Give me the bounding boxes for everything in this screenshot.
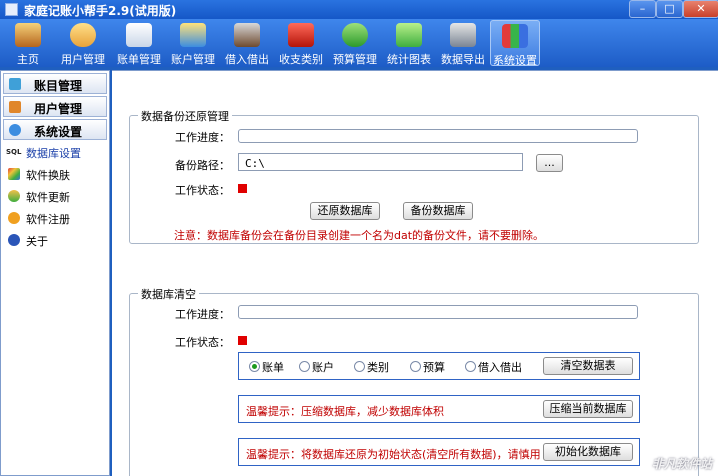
backup-status-indicator [238,184,247,193]
radio-lend-borrow-label: 借入借出 [478,361,522,374]
init-database-button[interactable]: 初始化数据库 [543,443,633,461]
basket-icon [288,23,314,47]
toolbar-data-export[interactable]: 数据导出 [436,20,490,66]
radio-budget[interactable] [410,361,421,372]
settings-icon [9,124,21,136]
sidebar-item-register[interactable]: 软件注册 [1,207,109,229]
toolbar-budget[interactable]: 预算管理 [328,20,382,66]
clear-status-label: 工作状态： [175,336,230,349]
toolbar-system-settings[interactable]: 系统设置 [490,20,540,67]
sidebar-item-database-settings[interactable]: SQL 数据库设置 [1,141,109,163]
compress-hint: 温馨提示：压缩数据库，减少数据库体积 [246,405,444,418]
clear-status-indicator [238,336,247,345]
backup-path-label: 备份路径： [175,159,230,172]
ledger-icon [9,78,21,90]
radio-accounts-label: 账户 [312,361,334,374]
bill-icon [126,23,152,47]
minimize-button[interactable]: – [629,0,656,18]
clear-table-button[interactable]: 清空数据表 [543,357,633,375]
backup-note: 注意：数据库备份会在备份目录创建一个名为dat的备份文件，请不要删除。 [174,229,545,242]
sidebar-item-skin[interactable]: 软件换肤 [1,163,109,185]
backup-progress-label: 工作进度： [175,131,230,144]
radio-lend-borrow[interactable] [465,361,476,372]
backup-database-button[interactable]: 备份数据库 [403,202,473,220]
toolbar-categories[interactable]: 收支类别 [274,20,328,66]
clear-group-title: 数据库清空 [138,286,199,302]
sidebar-header-accounts[interactable]: 账目管理 [3,73,107,94]
sidebar: 账目管理 用户管理 系统设置 SQL 数据库设置 软件换肤 软件更新 软件注册 … [0,70,110,476]
export-icon [450,23,476,47]
browse-button[interactable]: ... [536,154,563,172]
init-box: 温馨提示：将数据库还原为初始状态(清空所有数据)，请慎用 初始化数据库 [238,438,640,466]
radio-accounts[interactable] [299,361,310,372]
users-icon [9,101,21,113]
globe-icon [8,190,20,202]
restore-database-button[interactable]: 还原数据库 [310,202,380,220]
title-bar: 家庭记账小帮手2.9(试用版) – □ ✕ [0,0,718,19]
backup-group-title: 数据备份还原管理 [138,108,232,124]
init-hint: 温馨提示：将数据库还原为初始状态(清空所有数据)，请慎用 [246,448,541,461]
blocks-icon [502,24,528,48]
close-button[interactable]: ✕ [683,0,718,18]
house-icon [15,23,41,47]
clear-group: 数据库清空 工作进度： 工作状态： 账单 账户 类别 预算 借入借出 清空数据表… [129,286,699,476]
backup-path-input[interactable]: C:\ [238,153,523,171]
radio-bills[interactable] [249,361,260,372]
compress-database-button[interactable]: 压缩当前数据库 [543,400,633,418]
watermark: 非凡软件站 [651,457,712,471]
clear-progress-bar [238,305,638,319]
radio-categories-label: 类别 [367,361,389,374]
toolbar-lend-borrow[interactable]: 借入借出 [220,20,274,66]
compress-box: 温馨提示：压缩数据库，减少数据库体积 压缩当前数据库 [238,395,640,423]
backup-group: 数据备份还原管理 工作进度： 备份路径： C:\ ... 工作状态： 还原数据库… [129,108,699,244]
sidebar-header-users[interactable]: 用户管理 [3,96,107,117]
account-icon [180,23,206,47]
radio-bills-label: 账单 [262,361,284,374]
lend-icon [234,23,260,47]
chart-icon [396,23,422,47]
money-icon [342,23,368,47]
main-panel: 数据备份还原管理 工作进度： 备份路径： C:\ ... 工作状态： 还原数据库… [112,70,718,476]
sidebar-item-update[interactable]: 软件更新 [1,185,109,207]
info-icon [8,234,20,246]
toolbar-user-management[interactable]: 用户管理 [56,20,110,66]
user-icon [70,23,96,47]
palette-icon [8,168,20,180]
clear-progress-label: 工作进度： [175,308,230,321]
toolbar-charts[interactable]: 统计图表 [382,20,436,66]
radio-categories[interactable] [354,361,365,372]
toolbar-account-management[interactable]: 账户管理 [166,20,220,66]
sidebar-item-about[interactable]: 关于 [1,229,109,251]
backup-progress-bar [238,129,638,143]
maximize-button[interactable]: □ [656,0,683,18]
sidebar-header-system-settings[interactable]: 系统设置 [3,119,107,140]
toolbar-home[interactable]: 主页 [4,20,52,66]
key-icon [8,212,20,224]
sql-icon: SQL [6,148,22,156]
window-title: 家庭记账小帮手2.9(试用版) [24,4,177,18]
toolbar-bill-management[interactable]: 账单管理 [112,20,166,66]
table-select-box: 账单 账户 类别 预算 借入借出 清空数据表 [238,352,640,380]
main-toolbar: 主页 用户管理 账单管理 账户管理 借入借出 收支类别 预算管理 统计图表 数据… [0,19,718,67]
radio-budget-label: 预算 [423,361,445,374]
backup-status-label: 工作状态： [175,184,230,197]
app-icon [5,3,18,16]
